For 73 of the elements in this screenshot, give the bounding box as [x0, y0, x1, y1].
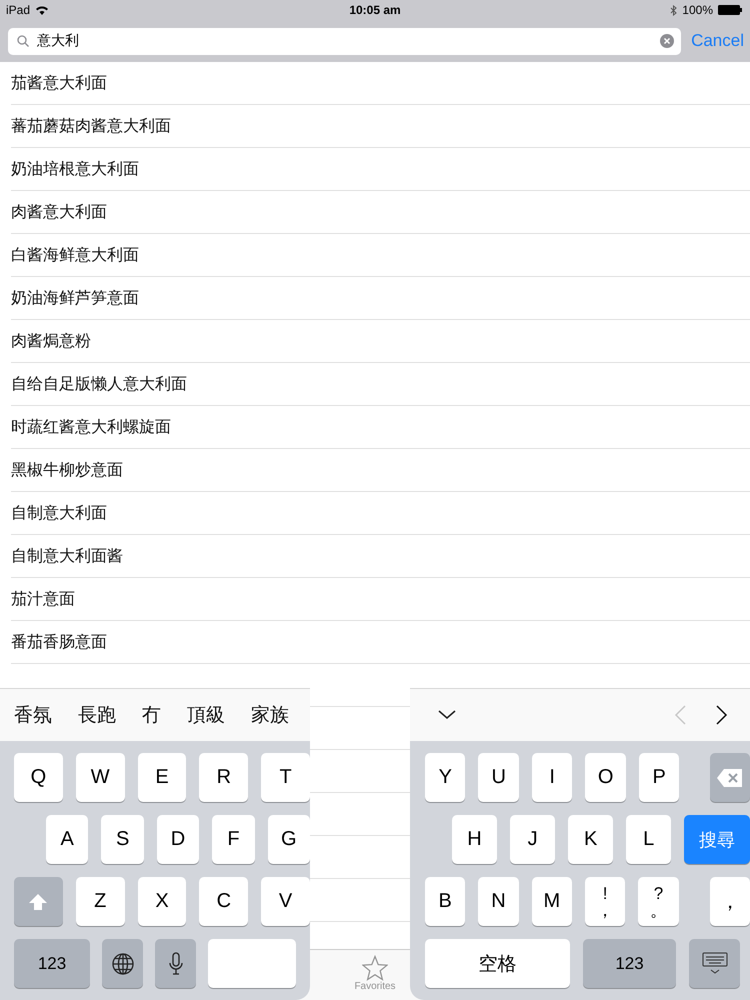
- key[interactable]: X: [138, 877, 186, 926]
- microphone-icon: [168, 952, 182, 976]
- key[interactable]: L: [626, 815, 672, 864]
- result-item[interactable]: 奶油培根意大利面: [11, 158, 139, 180]
- result-item[interactable]: 肉酱意大利面: [11, 202, 107, 222]
- key[interactable]: I: [532, 753, 572, 802]
- clear-icon[interactable]: [660, 34, 674, 48]
- key[interactable]: M: [532, 877, 572, 926]
- key[interactable]: E: [138, 753, 186, 802]
- globe-icon: [110, 952, 134, 976]
- key[interactable]: O: [585, 753, 626, 802]
- result-item[interactable]: 茄汁意面: [11, 588, 75, 610]
- result-item[interactable]: 奶油海鲜芦笋意面: [11, 288, 139, 308]
- key[interactable]: B: [425, 877, 466, 926]
- key[interactable]: J: [510, 815, 556, 864]
- expand-candidates-icon[interactable]: [438, 710, 456, 720]
- wifi-icon: [35, 5, 50, 15]
- search-key[interactable]: 搜尋: [684, 815, 750, 864]
- key[interactable]: Z: [76, 877, 125, 926]
- key[interactable]: K: [568, 815, 614, 864]
- candidate-word[interactable]: 長跑: [78, 702, 116, 728]
- candidate-word[interactable]: 冇: [142, 702, 161, 728]
- key[interactable]: Q: [14, 753, 63, 802]
- key[interactable]: V: [261, 877, 310, 926]
- space-key[interactable]: 空格: [425, 939, 570, 988]
- result-item[interactable]: 自给自足版懒人意大利面: [11, 374, 187, 394]
- search-icon: [17, 34, 29, 46]
- clock-time: 10:05 am: [349, 3, 401, 17]
- key[interactable]: W: [76, 753, 125, 802]
- candidate-word[interactable]: 頂級: [187, 702, 225, 728]
- result-item[interactable]: 自制意大利面: [11, 502, 107, 524]
- star-icon: [362, 955, 388, 981]
- key[interactable]: F: [212, 815, 255, 864]
- candidate-word[interactable]: 家族: [251, 702, 289, 728]
- result-item[interactable]: 肉酱焗意粉: [11, 330, 91, 352]
- next-icon[interactable]: [716, 705, 728, 725]
- key[interactable]: D: [156, 815, 200, 864]
- battery-icon: [718, 5, 742, 15]
- key[interactable]: C: [199, 877, 248, 926]
- key[interactable]: ? 。: [638, 877, 679, 926]
- backspace-key[interactable]: [710, 753, 750, 802]
- microphone-key[interactable]: [155, 939, 196, 988]
- keyboard-icon: [702, 952, 728, 976]
- result-item[interactable]: 番茄香肠意面: [11, 632, 107, 652]
- globe-key[interactable]: [102, 939, 143, 988]
- result-item[interactable]: 茄酱意大利面: [11, 72, 107, 94]
- search-field[interactable]: 意大利: [8, 28, 682, 54]
- key[interactable]: Y: [425, 753, 466, 802]
- key[interactable]: S: [101, 815, 144, 864]
- backspace-icon: [716, 768, 744, 788]
- key[interactable]: H: [452, 815, 498, 864]
- key[interactable]: ! ，: [584, 877, 626, 926]
- key[interactable]: T: [261, 753, 310, 802]
- key[interactable]: A: [46, 815, 88, 864]
- key[interactable]: N: [478, 877, 519, 926]
- bluetooth-icon: [670, 4, 678, 16]
- candidate-word[interactable]: 香氛: [14, 702, 52, 728]
- numbers-key[interactable]: 123: [14, 939, 90, 988]
- key[interactable]: ，: [710, 877, 750, 926]
- battery-percent: 100%: [682, 3, 713, 17]
- result-item[interactable]: 蕃茄蘑菇肉酱意大利面: [11, 116, 171, 136]
- key[interactable]: P: [638, 753, 680, 802]
- device-name: iPad: [6, 3, 30, 17]
- key[interactable]: U: [478, 753, 519, 802]
- result-item[interactable]: 时蔬红酱意大利螺旋面: [11, 416, 171, 438]
- key[interactable]: G: [268, 815, 310, 864]
- hide-keyboard-key[interactable]: [689, 939, 740, 988]
- result-item[interactable]: 自制意大利面酱: [11, 546, 123, 566]
- numbers-key[interactable]: 123: [583, 939, 676, 988]
- key[interactable]: R: [199, 753, 248, 802]
- result-item[interactable]: 黑椒牛柳炒意面: [11, 460, 123, 480]
- shift-icon: [28, 892, 48, 910]
- result-item[interactable]: 白酱海鲜意大利面: [11, 244, 139, 266]
